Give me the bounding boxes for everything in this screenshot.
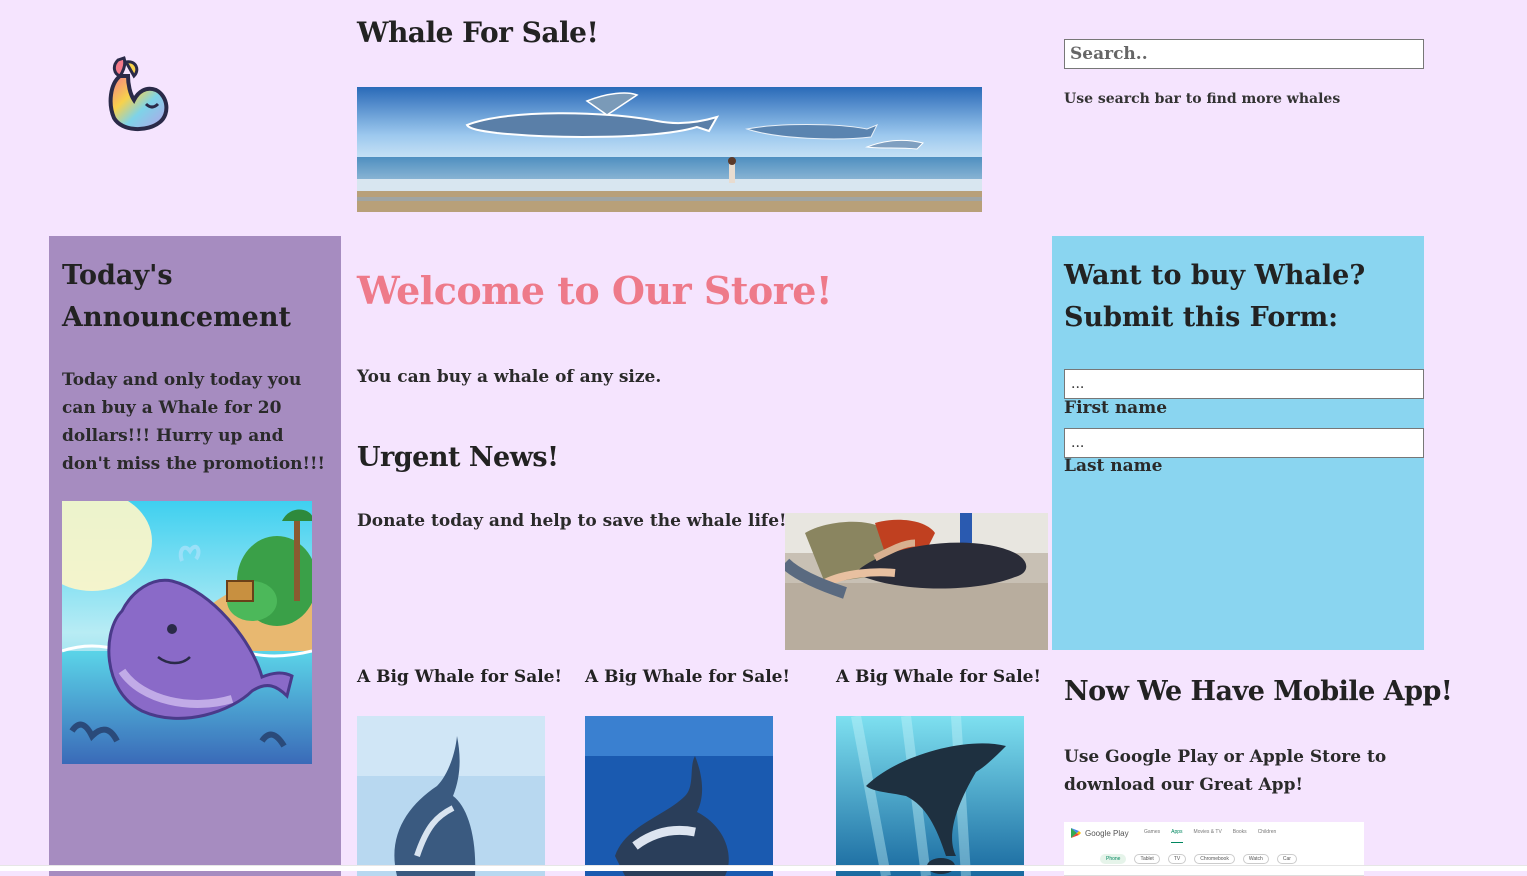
whale-rescue-image — [785, 513, 1048, 650]
welcome-heading: Welcome to Our Store! — [357, 268, 833, 313]
gp-chip: Phone — [1100, 854, 1127, 864]
gp-chip: TV — [1167, 854, 1187, 864]
google-play-logo: Google Play — [1070, 827, 1129, 839]
mobile-app-text: Use Google Play or Apple Store to downlo… — [1064, 747, 1387, 795]
google-play-brand: Google Play — [1085, 828, 1129, 838]
gp-tab-active: Apps — [1171, 829, 1183, 843]
google-play-device-chips: Phone Tablet TV Chromebook Watch Car — [1100, 854, 1297, 864]
search-hint: Use search bar to find more whales — [1064, 91, 1341, 107]
announcement-title: Today's Announcement — [62, 260, 291, 333]
sale-whale-image[interactable] — [357, 716, 545, 876]
banner-image — [357, 87, 982, 212]
last-name-label: Last name — [1064, 456, 1163, 476]
gp-tab: Movies & TV — [1193, 829, 1222, 835]
site-logo[interactable] — [104, 52, 170, 134]
gp-chip: Tablet — [1134, 854, 1160, 864]
sale-item-title: A Big Whale for Sale! — [357, 667, 562, 687]
announcement-text: Today and only today you can buy a Whale… — [62, 370, 325, 474]
bottom-edge — [0, 865, 1527, 871]
gp-tab: Games — [1144, 829, 1161, 835]
cartoon-whale-image — [62, 501, 312, 764]
urgent-news-heading: Urgent News! — [357, 442, 559, 473]
gp-tab: Books — [1232, 829, 1247, 835]
gp-tab: Children — [1257, 829, 1277, 835]
google-play-icon — [1071, 828, 1081, 838]
site-title: Whale For Sale! — [357, 16, 599, 49]
form-title: Want to buy Whale? Submit this Form: — [1064, 260, 1366, 333]
sale-item-title: A Big Whale for Sale! — [836, 667, 1041, 687]
mobile-app-heading: Now We Have Mobile App! — [1064, 676, 1453, 707]
google-play-tabs: Games Apps Movies & TV Books Children — [1144, 829, 1276, 843]
gp-chip: Watch — [1242, 854, 1269, 864]
sale-whale-image[interactable] — [836, 716, 1024, 876]
sale-whale-image[interactable] — [585, 716, 773, 876]
first-name-label: First name — [1064, 398, 1168, 418]
last-name-field[interactable] — [1064, 428, 1424, 458]
search-input[interactable] — [1064, 39, 1424, 69]
donate-text: Donate today and help to save the whale … — [357, 511, 787, 531]
first-name-field[interactable] — [1064, 369, 1424, 399]
gp-chip: Chromebook — [1194, 854, 1235, 864]
gp-chip: Car — [1276, 854, 1297, 864]
sale-item-title: A Big Whale for Sale! — [585, 667, 790, 687]
intro-text: You can buy a whale of any size. — [357, 367, 662, 387]
